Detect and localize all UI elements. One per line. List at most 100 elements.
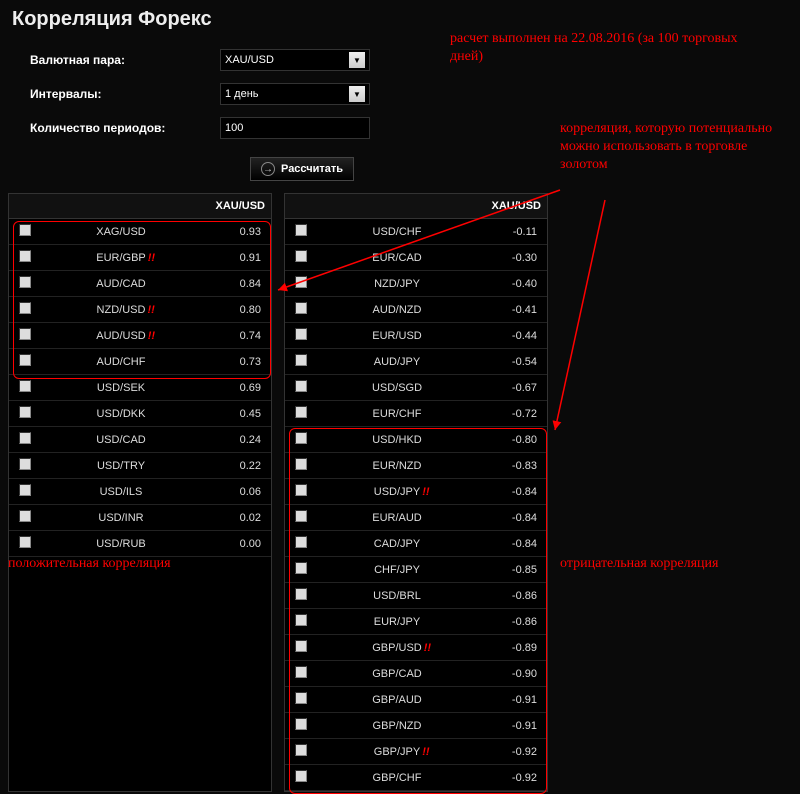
row-pair: GBP/NZD <box>317 720 477 732</box>
row-value: -0.92 <box>477 746 547 758</box>
row-checkbox-cell <box>285 588 317 603</box>
row-checkbox[interactable] <box>19 536 31 548</box>
row-value: 0.00 <box>201 538 271 550</box>
row-checkbox[interactable] <box>295 224 307 236</box>
row-value: -0.83 <box>477 460 547 472</box>
row-pair: EUR/AUD <box>317 512 477 524</box>
row-checkbox[interactable] <box>295 614 307 626</box>
row-checkbox[interactable] <box>295 692 307 704</box>
highlight-mark-icon: !! <box>148 330 155 342</box>
table-row: AUD/CHF0.73 <box>9 349 271 375</box>
row-value: 0.45 <box>201 408 271 420</box>
table-row: AUD/NZD-0.41 <box>285 297 547 323</box>
row-checkbox-cell <box>285 276 317 291</box>
row-checkbox[interactable] <box>295 770 307 782</box>
row-checkbox[interactable] <box>295 744 307 756</box>
row-checkbox[interactable] <box>19 406 31 418</box>
periods-input[interactable] <box>220 117 370 139</box>
pair-select[interactable]: XAU/USD ▼ <box>220 49 370 71</box>
row-value: -0.84 <box>477 512 547 524</box>
row-checkbox[interactable] <box>19 328 31 340</box>
row-checkbox-cell <box>285 302 317 317</box>
row-checkbox-cell <box>9 536 41 551</box>
row-checkbox[interactable] <box>295 666 307 678</box>
row-checkbox[interactable] <box>295 250 307 262</box>
table-row: USD/CAD0.24 <box>9 427 271 453</box>
row-checkbox[interactable] <box>295 562 307 574</box>
row-checkbox-cell <box>9 458 41 473</box>
row-checkbox[interactable] <box>295 588 307 600</box>
interval-select[interactable]: 1 день ▼ <box>220 83 370 105</box>
row-value: 0.93 <box>201 226 271 238</box>
row-checkbox-cell <box>285 718 317 733</box>
row-checkbox[interactable] <box>295 432 307 444</box>
row-pair: USD/CAD <box>41 434 201 446</box>
table-row: USD/ILS0.06 <box>9 479 271 505</box>
table-row: EUR/USD-0.44 <box>285 323 547 349</box>
row-pair: GBP/USD!! <box>317 642 477 654</box>
row-pair: GBP/AUD <box>317 694 477 706</box>
table-row: GBP/USD!!-0.89 <box>285 635 547 661</box>
row-checkbox[interactable] <box>295 718 307 730</box>
row-checkbox[interactable] <box>295 640 307 652</box>
chevron-down-icon: ▼ <box>349 52 365 68</box>
row-checkbox[interactable] <box>19 510 31 522</box>
table-row: CHF/JPY-0.85 <box>285 557 547 583</box>
highlight-mark-icon: !! <box>422 746 429 758</box>
table-row: AUD/JPY-0.54 <box>285 349 547 375</box>
col-value: XAU/USD <box>477 194 547 218</box>
row-checkbox[interactable] <box>295 484 307 496</box>
table-row: NZD/JPY-0.40 <box>285 271 547 297</box>
row-checkbox[interactable] <box>295 328 307 340</box>
row-checkbox[interactable] <box>19 484 31 496</box>
row-checkbox-cell <box>9 328 41 343</box>
row-pair: USD/SEK <box>41 382 201 394</box>
row-checkbox[interactable] <box>295 276 307 288</box>
row-pair: GBP/CHF <box>317 772 477 784</box>
table-row: USD/SEK0.69 <box>9 375 271 401</box>
col-checkbox <box>9 194 41 218</box>
row-checkbox[interactable] <box>295 510 307 522</box>
table-row: EUR/GBP!!0.91 <box>9 245 271 271</box>
row-value: -0.91 <box>477 694 547 706</box>
table-row: AUD/CAD0.84 <box>9 271 271 297</box>
row-checkbox[interactable] <box>295 302 307 314</box>
row-checkbox[interactable] <box>19 432 31 444</box>
row-checkbox-cell <box>285 770 317 785</box>
row-checkbox-cell <box>285 250 317 265</box>
table-row: USD/TRY0.22 <box>9 453 271 479</box>
row-value: -0.80 <box>477 434 547 446</box>
row-checkbox-cell <box>285 224 317 239</box>
row-value: -0.85 <box>477 564 547 576</box>
row-checkbox-cell <box>9 484 41 499</box>
row-checkbox-cell <box>9 354 41 369</box>
form-row-periods: Количество периодов: <box>0 111 800 145</box>
row-value: 0.84 <box>201 278 271 290</box>
row-pair: EUR/CAD <box>317 252 477 264</box>
row-checkbox[interactable] <box>295 380 307 392</box>
row-pair: USD/DKK <box>41 408 201 420</box>
row-checkbox-cell <box>9 224 41 239</box>
row-checkbox[interactable] <box>19 276 31 288</box>
row-checkbox-cell <box>285 666 317 681</box>
table-row: EUR/CHF-0.72 <box>285 401 547 427</box>
row-value: -0.91 <box>477 720 547 732</box>
row-checkbox[interactable] <box>19 250 31 262</box>
table-row: EUR/AUD-0.84 <box>285 505 547 531</box>
row-checkbox[interactable] <box>19 458 31 470</box>
table-row: GBP/AUD-0.91 <box>285 687 547 713</box>
row-checkbox[interactable] <box>19 380 31 392</box>
row-value: 0.22 <box>201 460 271 472</box>
row-checkbox[interactable] <box>295 406 307 418</box>
row-checkbox[interactable] <box>295 536 307 548</box>
row-pair: USD/BRL <box>317 590 477 602</box>
row-checkbox[interactable] <box>295 458 307 470</box>
row-checkbox[interactable] <box>295 354 307 366</box>
row-checkbox[interactable] <box>19 224 31 236</box>
calculate-button[interactable]: Рассчитать <box>250 157 354 181</box>
row-checkbox[interactable] <box>19 354 31 366</box>
row-pair: EUR/CHF <box>317 408 477 420</box>
row-checkbox[interactable] <box>19 302 31 314</box>
row-value: 0.24 <box>201 434 271 446</box>
table-row: GBP/CHF-0.92 <box>285 765 547 791</box>
